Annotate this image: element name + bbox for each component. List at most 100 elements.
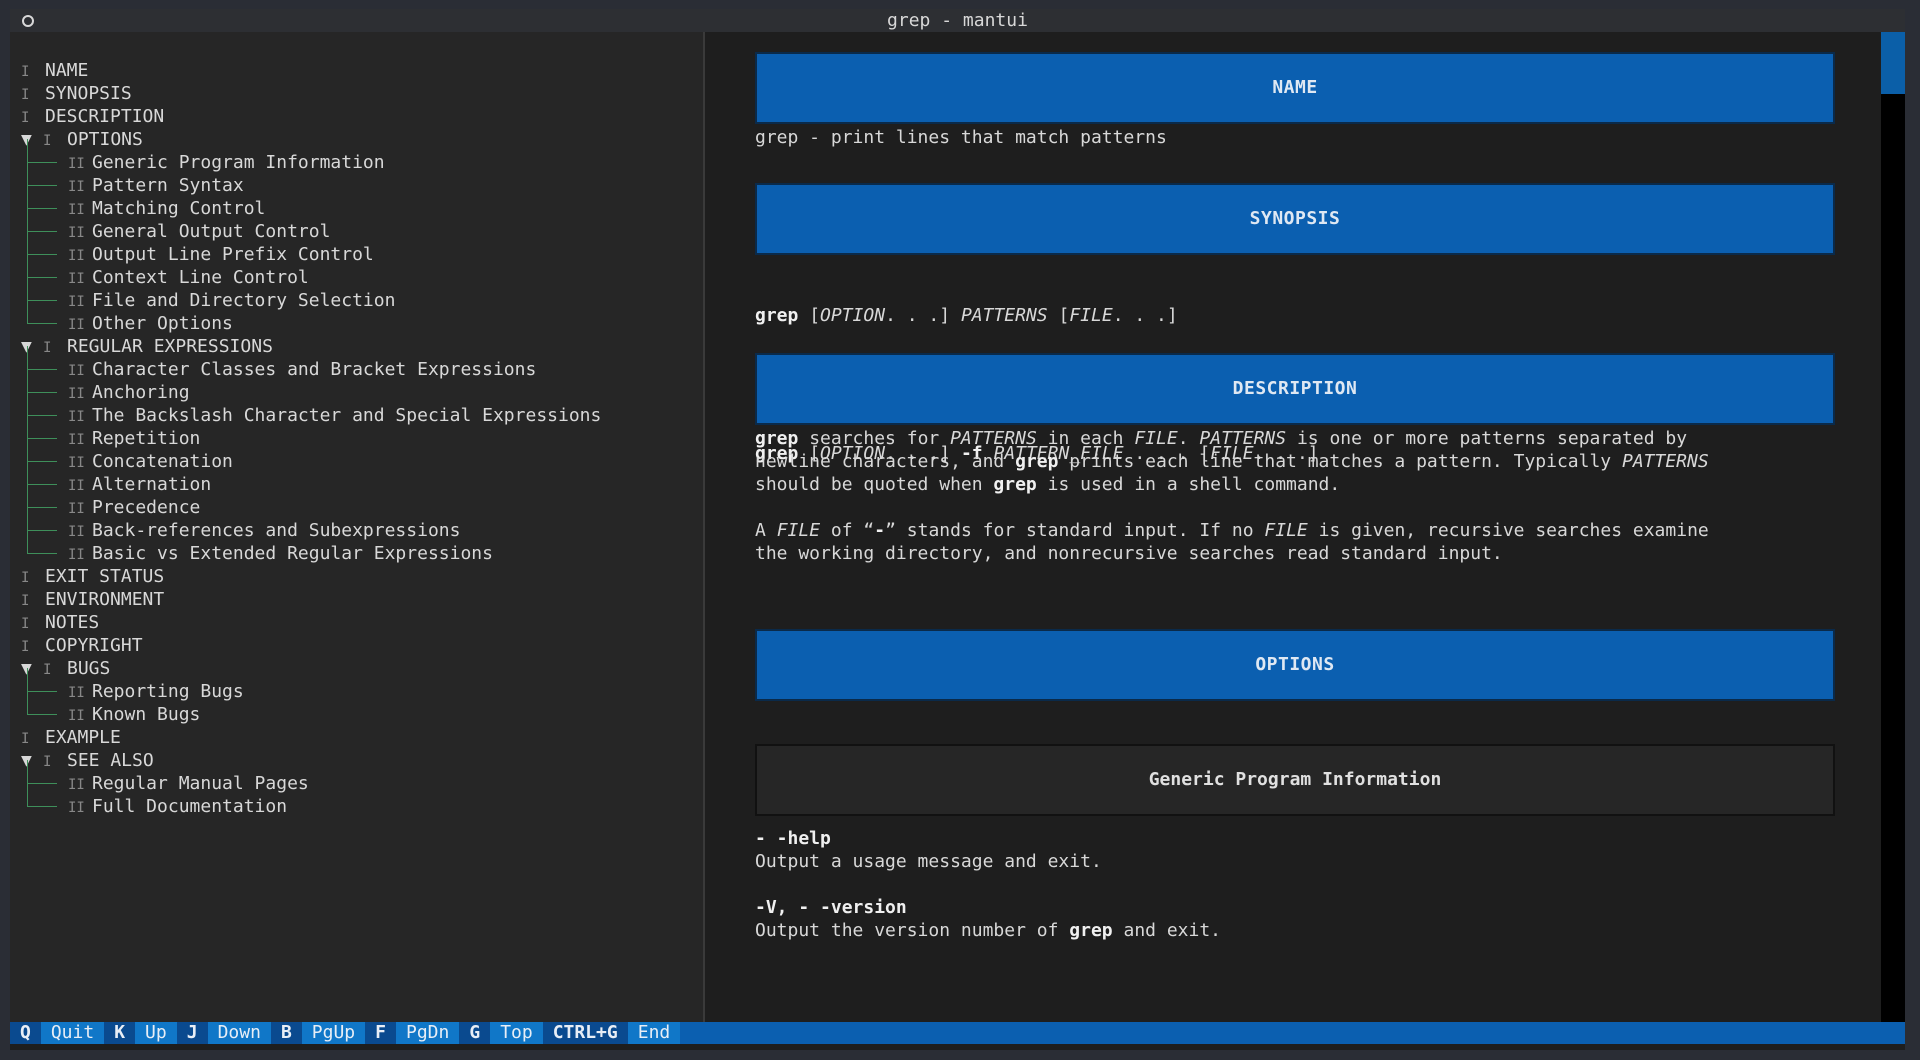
toc-section[interactable]: I SYNOPSIS <box>21 82 601 105</box>
section-node-icon: II <box>68 432 85 448</box>
toc-subsection[interactable]: II File and Directory Selection <box>21 277 601 312</box>
toc-subsection[interactable]: II Basic vs Extended Regular Expressions <box>21 530 601 565</box>
shortcut-action[interactable]: Down <box>207 1022 271 1044</box>
toc-subsection[interactable]: II The Backslash Character and Special Ex… <box>21 392 602 427</box>
toc-label: REGULAR EXPRESSIONS <box>67 336 273 357</box>
section-node-icon: I <box>21 593 30 609</box>
toc-subsection[interactable]: II General Output Control <box>21 208 601 243</box>
toc-subsection[interactable]: II Other Options <box>21 300 601 335</box>
toc-section[interactable]: I COPYRIGHT <box>21 634 601 657</box>
toc-section[interactable]: ▼ I REGULAR EXPRESSIONS <box>21 335 601 358</box>
toc-label: File and Directory Selection <box>92 290 396 311</box>
shortcut-action[interactable]: Up <box>135 1022 177 1044</box>
toc-label: Generic Program Information <box>92 152 385 173</box>
toc-section[interactable]: I EXIT STATUS <box>21 565 601 588</box>
toc-label: Pattern Syntax <box>92 175 244 196</box>
toc-subsection[interactable]: II Pattern Syntax <box>21 162 601 197</box>
toc-section[interactable]: ▼ I SEE ALSO <box>21 749 601 772</box>
tree-branch-line <box>27 162 61 197</box>
section-node-icon: II <box>68 271 85 287</box>
section-node-icon: II <box>68 455 85 471</box>
toc-subsection[interactable]: II Output Line Prefix Control <box>21 231 601 266</box>
toc-label: Other Options <box>92 313 233 334</box>
toc-label: Precedence <box>92 497 201 518</box>
shortcut-action[interactable]: End <box>627 1022 681 1044</box>
section-node-icon: I <box>43 754 52 770</box>
toc-label: EXIT STATUS <box>45 566 165 587</box>
toc-subsection[interactable]: II Generic Program Information <box>21 139 601 174</box>
toc-subsection[interactable]: II Full Documentation <box>21 783 601 818</box>
shortcut-action[interactable]: Top <box>490 1022 543 1044</box>
toc-subsection[interactable]: II Alternation <box>21 461 601 496</box>
section-node-icon: II <box>68 409 85 425</box>
shortcut-action[interactable]: PgDn <box>395 1022 460 1044</box>
section-node-icon: I <box>21 616 30 632</box>
toc-subsection[interactable]: II Regular Manual Pages <box>21 760 601 795</box>
expand-arrow-icon[interactable]: ▼ <box>21 335 43 358</box>
section-node-icon: II <box>68 156 85 172</box>
tree-branch-line <box>27 507 61 542</box>
shortcut-key: J <box>176 1022 208 1044</box>
expand-arrow-icon[interactable]: ▼ <box>21 128 43 151</box>
app-window: grep - mantui I NAME I SYNOPSIS I DESCRIPTION… <box>10 9 1905 1050</box>
tree-branch-line <box>27 208 61 243</box>
section-node-icon: II <box>68 317 85 333</box>
toc-label: Output Line Prefix Control <box>92 244 374 265</box>
toc-subsection[interactable]: II Concatenation <box>21 438 601 473</box>
shortcut-action[interactable]: Quit <box>40 1022 105 1044</box>
toc-label: Reporting Bugs <box>92 681 244 702</box>
window-menu-icon[interactable] <box>22 15 34 27</box>
section-node-icon: I <box>43 662 52 678</box>
toc-subsection[interactable]: II Repetition <box>21 415 601 450</box>
toc-label: Regular Manual Pages <box>92 773 309 794</box>
toc-subsection[interactable]: II Character Classes and Bracket Expressi… <box>21 346 601 381</box>
section-header-options: OPTIONS <box>755 629 1835 701</box>
content-scrollbar[interactable] <box>1881 32 1905 1022</box>
shortcut-key: CTRL+G <box>542 1022 628 1044</box>
section-node-icon: I <box>21 639 30 655</box>
section-node-icon: II <box>68 248 85 264</box>
toc-subsection[interactable]: II Precedence <box>21 484 601 519</box>
toc-section[interactable]: I EXAMPLE <box>21 726 601 749</box>
scrollbar-thumb[interactable] <box>1881 32 1905 94</box>
tree-branch-line <box>27 760 61 795</box>
toc-label: Back-references and Subexpressions <box>92 520 461 541</box>
toc-subsection[interactable]: II Back-references and Subexpressions <box>21 507 601 542</box>
tree-branch-line <box>27 438 61 473</box>
section-node-icon: II <box>68 386 85 402</box>
description-para-1: grep searches for PATTERNS in each FILE.… <box>755 428 1709 495</box>
tree-branch-line <box>27 392 61 427</box>
toc-sidebar: I NAME I SYNOPSIS I DESCRIPTION ▼ I OPTIONS II Gen… <box>10 32 705 1022</box>
section-header-synopsis: SYNOPSIS <box>755 183 1835 255</box>
section-node-icon: II <box>68 524 85 540</box>
toc-label: NOTES <box>45 612 100 633</box>
toc-section[interactable]: I NAME <box>21 59 601 82</box>
toc-section[interactable]: ▼ I BUGS <box>21 657 601 680</box>
toc-subsection[interactable]: II Known Bugs <box>21 691 601 726</box>
toc-subsection[interactable]: II Anchoring <box>21 369 601 404</box>
tree-branch-line <box>27 185 61 220</box>
toc-subsection[interactable]: II Reporting Bugs <box>21 668 601 703</box>
toc-section[interactable]: I NOTES <box>21 611 601 634</box>
toc-label: Known Bugs <box>92 704 201 725</box>
tree-branch-line <box>27 346 61 381</box>
tree-branch-line <box>27 783 61 818</box>
toc-label: Matching Control <box>92 198 266 219</box>
shortcut-action[interactable]: PgUp <box>301 1022 366 1044</box>
section-header-description: DESCRIPTION <box>755 353 1835 425</box>
toc-section[interactable]: I DESCRIPTION <box>21 105 601 128</box>
toc-label: EXAMPLE <box>45 727 121 748</box>
expand-arrow-icon[interactable]: ▼ <box>21 749 43 772</box>
expand-arrow-icon[interactable]: ▼ <box>21 657 43 680</box>
synopsis-line-1: grep [OPTION. . .] PATTERNS [FILE. . .] <box>755 305 1178 326</box>
section-node-icon: II <box>68 547 85 563</box>
toc-label: The Backslash Character and Special Expr… <box>92 405 602 426</box>
toc-label: Basic vs Extended Regular Expressions <box>92 543 493 564</box>
toc-section[interactable]: I ENVIRONMENT <box>21 588 601 611</box>
toc-section[interactable]: ▼ I OPTIONS <box>21 128 601 151</box>
toc-subsection[interactable]: II Matching Control <box>21 185 601 220</box>
toc-subsection[interactable]: II Context Line Control <box>21 254 601 289</box>
section-node-icon: II <box>68 179 85 195</box>
toc-label: SYNOPSIS <box>45 83 132 104</box>
key-hints-bar: Q Quit K Up J Down B PgUp F PgDn G Top CTRL+G End <box>10 1022 1905 1044</box>
